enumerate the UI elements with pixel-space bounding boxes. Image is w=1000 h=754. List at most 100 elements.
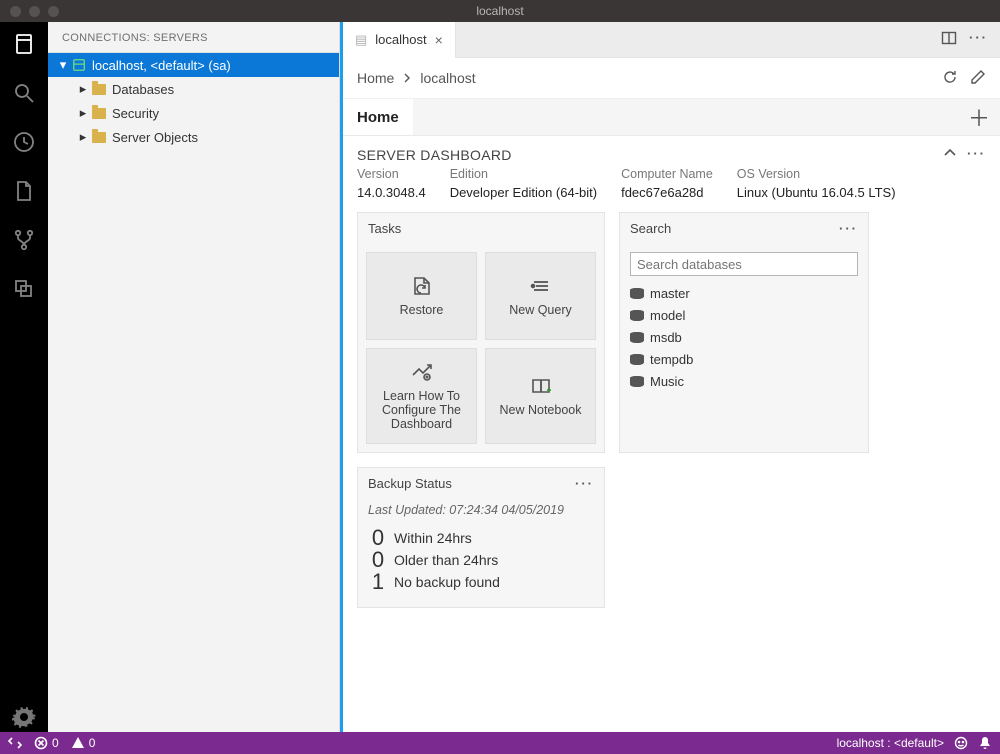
backup-label: No backup found <box>394 574 500 590</box>
status-warnings[interactable]: 0 <box>71 736 96 750</box>
editor-area: ▤ localhost × ··· Home localhost Home ＋ <box>340 22 1000 732</box>
database-name: model <box>650 308 685 323</box>
chevron-right-icon[interactable]: ▸ <box>76 81 90 97</box>
activity-extensions-icon[interactable] <box>12 277 36 304</box>
backup-widget-more-icon[interactable]: ··· <box>575 476 594 491</box>
dashboard-header: SERVER DASHBOARD ··· <box>343 136 1000 167</box>
database-icon <box>630 332 644 343</box>
tree-item-databases[interactable]: ▸ Databases <box>68 77 339 101</box>
task-label: New Query <box>509 303 572 317</box>
database-item[interactable]: msdb <box>630 326 858 348</box>
status-bar: 0 0 localhost : <default> <box>0 732 1000 754</box>
activity-bar <box>0 22 48 732</box>
database-name: msdb <box>650 330 682 345</box>
folder-icon <box>90 84 108 95</box>
database-list: master model msdb tempdb Music <box>630 282 858 392</box>
tab-localhost[interactable]: ▤ localhost × <box>343 22 456 58</box>
search-widget-title: Search <box>630 221 671 236</box>
meta-edition-label: Edition <box>450 167 597 181</box>
task-new-query[interactable]: New Query <box>485 252 596 340</box>
refresh-icon[interactable] <box>942 69 958 88</box>
breadcrumb-item[interactable]: Home <box>357 70 394 86</box>
database-name: tempdb <box>650 352 693 367</box>
task-label: New Notebook <box>500 403 582 417</box>
search-databases-input[interactable] <box>630 252 858 276</box>
backup-updated: Last Updated: 07:24:34 04/05/2019 <box>358 499 604 523</box>
activity-connections-icon[interactable] <box>12 32 36 59</box>
database-icon <box>630 376 644 387</box>
status-errors-count: 0 <box>52 736 59 750</box>
add-dashboard-tab-icon[interactable]: ＋ <box>968 101 990 133</box>
status-feedback-icon[interactable] <box>954 736 968 750</box>
meta-version-label: Version <box>357 167 426 181</box>
status-notifications-icon[interactable] <box>978 736 992 750</box>
backup-widget: Backup Status ··· Last Updated: 07:24:34… <box>357 467 605 608</box>
search-widget-more-icon[interactable]: ··· <box>839 221 858 236</box>
chevron-down-icon[interactable]: ▾ <box>56 57 70 73</box>
edit-icon[interactable] <box>970 69 986 88</box>
task-label: Restore <box>400 303 444 317</box>
activity-history-icon[interactable] <box>12 130 36 157</box>
backup-widget-title: Backup Status <box>368 476 452 491</box>
folder-icon <box>90 132 108 143</box>
tab-file-icon: ▤ <box>355 32 367 48</box>
dashboard-tabs: Home ＋ <box>343 98 1000 136</box>
breadcrumb: Home localhost <box>357 70 476 86</box>
status-connection[interactable]: localhost : <default> <box>837 736 944 750</box>
titlebar: localhost <box>0 0 1000 22</box>
backup-row: 0 Older than 24hrs <box>370 549 592 571</box>
task-new-notebook[interactable]: New Notebook <box>485 348 596 444</box>
database-item[interactable]: model <box>630 304 858 326</box>
meta-version-value: 14.0.3048.4 <box>357 185 426 200</box>
titlebar-title: localhost <box>0 4 1000 18</box>
chevron-right-icon[interactable]: ▸ <box>76 105 90 121</box>
database-icon <box>630 310 644 321</box>
meta-os-value: Linux (Ubuntu 16.04.5 LTS) <box>737 185 896 200</box>
tasks-widget: Tasks Restore New Query Learn How To Con… <box>357 212 605 453</box>
activity-explorer-icon[interactable] <box>12 179 36 206</box>
tree-item-label: Security <box>112 106 159 121</box>
activity-source-control-icon[interactable] <box>12 228 36 255</box>
database-item[interactable]: tempdb <box>630 348 858 370</box>
backup-row: 0 Within 24hrs <box>370 527 592 549</box>
status-warnings-count: 0 <box>89 736 96 750</box>
database-name: Music <box>650 374 684 389</box>
activity-search-icon[interactable] <box>12 81 36 108</box>
tabbar-more-icon[interactable]: ··· <box>969 30 988 49</box>
status-remote-icon[interactable] <box>8 736 22 750</box>
server-node-label: localhost, <default> (sa) <box>92 58 231 73</box>
chevron-right-icon <box>402 70 412 86</box>
tree-item-security[interactable]: ▸ Security <box>68 101 339 125</box>
meta-os-label: OS Version <box>737 167 896 181</box>
database-item[interactable]: Music <box>630 370 858 392</box>
status-errors[interactable]: 0 <box>34 736 59 750</box>
tab-close-icon[interactable]: × <box>435 32 443 48</box>
tab-label: localhost <box>375 32 426 47</box>
task-learn-dashboard[interactable]: Learn How To Configure The Dashboard <box>366 348 477 444</box>
meta-computer-label: Computer Name <box>621 167 713 181</box>
breadcrumb-row: Home localhost <box>343 58 1000 98</box>
tabbar: ▤ localhost × ··· <box>343 22 1000 58</box>
task-restore[interactable]: Restore <box>366 252 477 340</box>
search-widget: Search ··· master model msdb tempdb Musi… <box>619 212 869 453</box>
split-editor-icon[interactable] <box>941 30 957 49</box>
chevron-right-icon[interactable]: ▸ <box>76 129 90 145</box>
folder-icon <box>90 108 108 119</box>
breadcrumb-item[interactable]: localhost <box>420 70 475 86</box>
database-item[interactable]: master <box>630 282 858 304</box>
activity-settings-icon[interactable] <box>12 705 36 732</box>
server-meta: Version 14.0.3048.4 Edition Developer Ed… <box>343 167 1000 212</box>
database-name: master <box>650 286 690 301</box>
connections-panel-header: CONNECTIONS: SERVERS <box>48 22 339 53</box>
tree-item-label: Databases <box>112 82 174 97</box>
backup-label: Older than 24hrs <box>394 552 498 568</box>
backup-row: 1 No backup found <box>370 571 592 593</box>
server-node[interactable]: ▾ localhost, <default> (sa) <box>48 53 339 77</box>
dashboard-tab-home[interactable]: Home <box>343 99 413 135</box>
tree-item-server-objects[interactable]: ▸ Server Objects <box>68 125 339 149</box>
dashboard-more-icon[interactable]: ··· <box>967 146 986 163</box>
collapse-icon[interactable] <box>943 146 957 163</box>
server-icon <box>70 58 88 72</box>
meta-computer-value: fdec67e6a28d <box>621 185 713 200</box>
task-label: Learn How To Configure The Dashboard <box>371 389 472 431</box>
